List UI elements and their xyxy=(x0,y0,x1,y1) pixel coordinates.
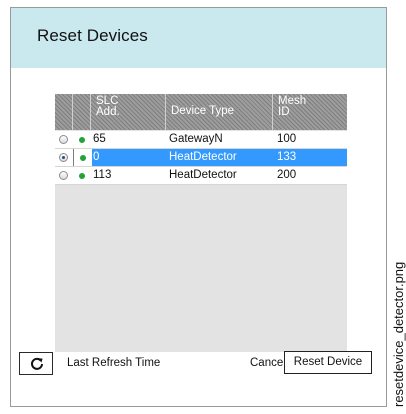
column-header-select xyxy=(55,94,73,130)
green-dot-icon xyxy=(79,137,85,143)
row-status-cell xyxy=(73,131,91,148)
column-header-device-type[interactable]: Device Type xyxy=(166,94,273,130)
row-mesh-id: 100 xyxy=(277,133,297,145)
refresh-button[interactable] xyxy=(19,352,53,375)
row-device-type: GatewayN xyxy=(169,133,223,145)
row-mesh-id: 200 xyxy=(277,169,297,181)
row-mesh-id: 133 xyxy=(277,151,297,163)
row-radio-cell[interactable] xyxy=(55,167,73,184)
column-header-status xyxy=(73,94,91,130)
row-slc-address: 65 xyxy=(93,133,106,145)
dialog-title: Reset Devices xyxy=(37,26,148,45)
last-refresh-time-label: Last Refresh Time xyxy=(67,357,161,369)
row-status-cell xyxy=(73,167,91,184)
filename-caption: resetdevice_detector.png xyxy=(391,261,406,407)
row-device-type: HeatDetector xyxy=(169,151,237,163)
row-radio-cell[interactable] xyxy=(55,149,73,166)
reset-devices-dialog: Reset Devices SLC Add. Device Type Mesh ID… xyxy=(10,7,387,407)
row-radio-cell[interactable] xyxy=(55,131,73,148)
table-header: SLC Add. Device Type Mesh ID xyxy=(55,94,347,130)
row-slc-address: 0 xyxy=(93,151,100,163)
row-status-cell xyxy=(73,149,92,166)
row-device-type: HeatDetector xyxy=(169,169,237,181)
column-header-device-type-label: Device Type xyxy=(171,105,235,117)
dialog-header: Reset Devices xyxy=(11,8,386,68)
column-header-mesh-id[interactable]: Mesh ID xyxy=(273,94,347,130)
column-header-slc-line2: Add. xyxy=(96,106,120,118)
green-dot-icon xyxy=(79,173,85,179)
column-header-slc-address[interactable]: SLC Add. xyxy=(91,94,166,130)
reset-device-button[interactable]: Reset Device xyxy=(284,351,372,374)
row-slc-address: 113 xyxy=(93,169,112,181)
devices-table: SLC Add. Device Type Mesh ID 65 GatewayN 1… xyxy=(55,94,347,352)
row-radio-button[interactable] xyxy=(59,171,68,180)
row-radio-button[interactable] xyxy=(59,135,68,144)
column-header-mesh-line2: ID xyxy=(278,106,290,118)
refresh-icon xyxy=(31,357,43,370)
table-row[interactable]: 113 HeatDetector 200 xyxy=(55,167,347,185)
table-row-selected[interactable]: 0 HeatDetector 133 xyxy=(55,149,347,167)
row-radio-button-checked[interactable] xyxy=(59,153,68,162)
cancel-button[interactable]: Cancel xyxy=(250,357,286,369)
green-dot-icon xyxy=(80,155,86,161)
table-row[interactable]: 65 GatewayN 100 xyxy=(55,131,347,149)
